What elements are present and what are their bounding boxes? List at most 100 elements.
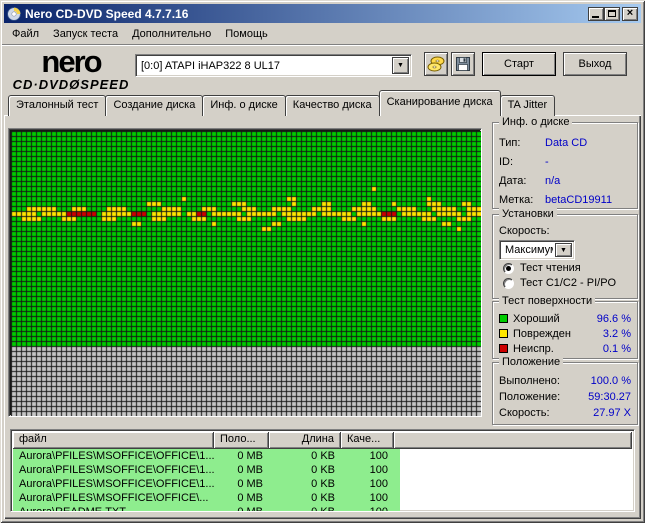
app-window: Nero CD-DVD Speed 4.7.7.16 × Файл Запуск … [0, 0, 645, 523]
legend-swatch-icon [499, 329, 508, 338]
table-row[interactable]: Aurora\PFILES\MSOFFICE\OFFICE\1... 0 MB 0 … [13, 449, 400, 463]
table-cell: Aurora\PFILES\MSOFFICE\OFFICE\... [19, 492, 209, 504]
column-header-3[interactable]: Каче... [341, 432, 394, 449]
position-row-1: Положение: 59:30.27 [493, 389, 637, 405]
surface-legend-row-1: Поврежден 3.2 % [493, 326, 637, 341]
app-icon [7, 6, 21, 21]
table-cell: 0 MB [237, 492, 263, 504]
tab-1[interactable]: Создание диска [105, 95, 204, 116]
surface-scan-grid [11, 131, 481, 416]
close-icon: × [626, 7, 634, 19]
position-value: 100.0 % [590, 375, 631, 387]
column-header-1[interactable]: Поло... [214, 432, 269, 449]
file-table: файл Поло... Длина Каче... Aurora\PFILES\MS… [10, 429, 635, 512]
file-table-header: файл Поло... Длина Каче... [13, 432, 632, 449]
surface-value: 0.1 % [602, 342, 631, 355]
surface-scan-panel [8, 128, 482, 417]
start-button[interactable]: Старт [482, 52, 556, 76]
disc-info-label: Тип: [499, 137, 521, 149]
start-button-label: Старт [504, 58, 534, 70]
tab-4[interactable]: Сканирование диска [378, 90, 501, 116]
disc-info-label: ID: [499, 156, 514, 168]
group-position: Положение Выполнено: 100.0 % Положение: 59:… [492, 356, 638, 425]
tab-5[interactable]: TA Jitter [499, 95, 556, 116]
position-label: Положение: [499, 391, 561, 403]
table-row[interactable]: Aurora\PFILES\MSOFFICE\OFFICE\1... 0 MB 0 … [13, 463, 400, 477]
surface-value: 96.6 % [596, 312, 631, 325]
speed-label: Скорость: [499, 225, 550, 237]
save-floppy-icon [455, 56, 471, 72]
nero-logo: nero CD·DVDØSPEED [10, 46, 132, 91]
radio-option-0[interactable]: Тест чтения [493, 260, 637, 275]
maximize-icon [608, 10, 616, 17]
minimize-button[interactable] [588, 6, 604, 21]
tab-strip: Эталонный тест Создание диска Инф. о диске… [8, 90, 556, 116]
radio-label: Тест чтения [520, 262, 581, 274]
speed-select-dropdown-arrow[interactable]: ▼ [555, 243, 572, 257]
maximize-button[interactable] [604, 6, 620, 21]
chevron-down-icon: ▼ [397, 62, 404, 69]
disc-info-value: - [545, 156, 549, 168]
column-header-0[interactable]: файл [13, 432, 214, 449]
radio-button[interactable] [503, 277, 514, 289]
tab-2[interactable]: Инф. о диске [202, 95, 286, 116]
table-cell: 0 KB [311, 506, 335, 512]
menu-item-0[interactable]: Файл [5, 26, 46, 42]
table-cell: 100 [369, 506, 388, 512]
menu-item-2[interactable]: Дополнительно [125, 26, 218, 42]
menu-bar: Файл Запуск теста Дополнительно Помощь [5, 25, 275, 42]
legend-swatch-icon [499, 314, 508, 323]
exit-button[interactable]: Выход [563, 52, 627, 76]
radio-button-checked[interactable] [503, 262, 514, 274]
drive-select-value: [0:0] ATAPI iHAP322 8 UL17 [141, 59, 281, 72]
save-button[interactable] [451, 52, 475, 76]
menu-item-1[interactable]: Запуск теста [46, 26, 125, 42]
table-row[interactable]: Aurora\README.TXT 0 MB 0 KB 100 [13, 505, 400, 512]
table-cell: 100 [369, 492, 388, 504]
table-cell: Aurora\README.TXT [19, 506, 126, 512]
close-button[interactable]: × [622, 6, 638, 21]
table-cell: Aurora\PFILES\MSOFFICE\OFFICE\1... [19, 464, 214, 476]
radio-option-1[interactable]: Тест C1/C2 - PI/PO [493, 275, 637, 290]
eject-disc-button[interactable] [424, 52, 448, 76]
table-cell: 0 MB [237, 450, 263, 462]
minimize-icon [592, 15, 599, 18]
eject-disc-icon [427, 55, 445, 73]
disc-info-value: Data CD [545, 137, 588, 149]
surface-legend-row-2: Неиспр. 0.1 % [493, 341, 637, 356]
exit-button-label: Выход [578, 58, 612, 70]
table-row[interactable]: Aurora\PFILES\MSOFFICE\OFFICE\... 0 MB 0 K… [13, 491, 400, 505]
group-surface-test-title: Тест поверхности [499, 295, 596, 307]
disc-info-value: n/a [545, 175, 561, 187]
chevron-down-icon: ▼ [560, 246, 567, 254]
disc-info-row-2: Дата: n/a [493, 172, 637, 190]
title-bar: Nero CD-DVD Speed 4.7.7.16 × [4, 4, 641, 23]
position-value: 59:30.27 [588, 391, 631, 403]
drive-select-dropdown-arrow[interactable]: ▼ [392, 57, 409, 74]
surface-legend-row-0: Хороший 96.6 % [493, 311, 637, 326]
window-title: Nero CD-DVD Speed 4.7.7.16 [25, 6, 189, 21]
group-settings: Установки Скорость: Максимум ▼ Тест чтен… [492, 208, 638, 299]
disc-info-row-1: ID: - [493, 153, 637, 171]
disc-info-row-3: Метка: betaCD19911 [493, 191, 637, 209]
tab-3[interactable]: Качество диска [284, 95, 380, 116]
table-row[interactable]: Aurora\PFILES\MSOFFICE\OFFICE\1... 0 MB 0 … [13, 477, 400, 491]
menu-item-3[interactable]: Помощь [218, 26, 275, 42]
table-cell: 0 KB [311, 492, 335, 504]
group-position-title: Положение [499, 356, 564, 368]
speed-select[interactable]: Максимум ▼ [499, 240, 575, 260]
column-header-filler [394, 432, 632, 449]
table-cell: 100 [369, 478, 388, 490]
drive-select[interactable]: [0:0] ATAPI iHAP322 8 UL17 ▼ [135, 54, 412, 77]
position-value: 27.97 X [593, 407, 631, 419]
legend-swatch-icon [499, 344, 508, 353]
radio-label: Тест C1/C2 - PI/PO [520, 277, 617, 289]
tab-0[interactable]: Эталонный тест [8, 95, 107, 116]
table-cell: 0 MB [237, 506, 263, 512]
table-cell: Aurora\PFILES\MSOFFICE\OFFICE\1... [19, 478, 214, 490]
position-label: Выполнено: [499, 375, 560, 387]
surface-value: 3.2 % [602, 327, 631, 340]
table-cell: 100 [369, 450, 388, 462]
file-table-body: Aurora\PFILES\MSOFFICE\OFFICE\1... 0 MB 0 … [13, 449, 632, 512]
column-header-2[interactable]: Длина [269, 432, 341, 449]
